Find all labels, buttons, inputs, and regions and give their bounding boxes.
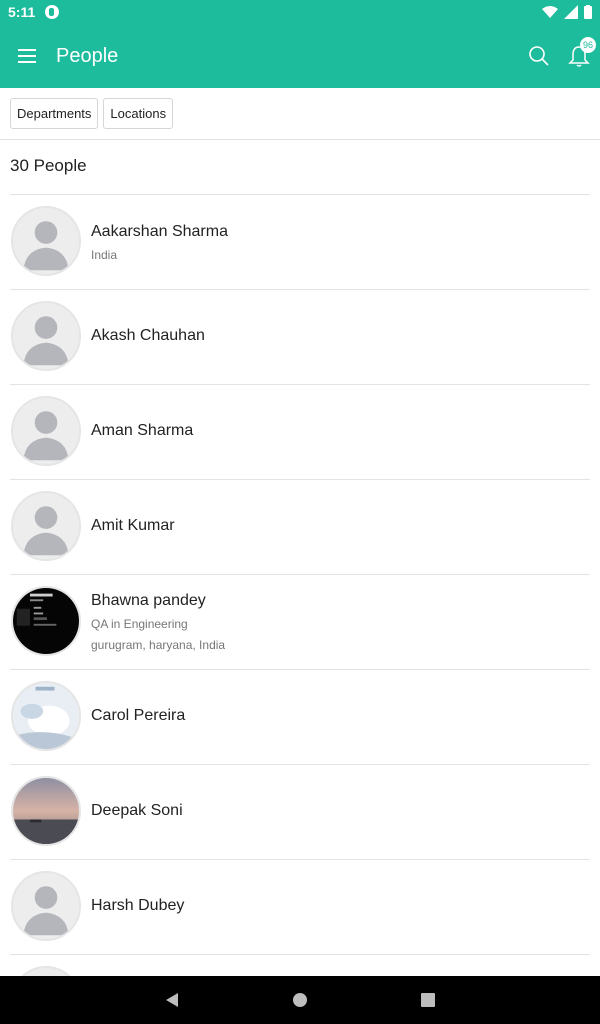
avatar [11,301,81,371]
locations-filter-button[interactable]: Locations [103,98,174,129]
departments-filter-button[interactable]: Departments [10,98,99,129]
notifications-button[interactable]: 96 [566,37,596,69]
person-row[interactable]: Carol Pereira [10,670,590,765]
search-button[interactable] [526,43,552,69]
battery-icon [584,5,592,19]
person-row[interactable]: Akash Chauhan [10,290,590,385]
status-time: 5:11 [8,4,36,20]
hamburger-icon [18,49,36,63]
wifi-icon [542,6,558,18]
app-bar: People 96 [0,24,600,88]
search-icon [529,46,549,66]
recents-icon [421,993,435,1007]
profile-photo [13,778,79,844]
page-title: People [56,44,119,67]
home-icon [293,993,307,1007]
people-count: 30 People [10,156,87,175]
signal-icon [564,5,578,19]
person-row[interactable]: Harsh Dubey [10,860,590,955]
status-icons [542,5,592,19]
person-location: gurugram, haryana, India [91,638,226,652]
people-list: Aakarshan Sharma India Akash Chauhan Ama… [0,195,600,985]
person-name: Akash Chauhan [91,327,205,344]
person-name: Bhawna pandey [91,592,206,609]
person-placeholder-icon [13,303,79,369]
avatar [11,396,81,466]
person-name: Carol Pereira [91,707,186,724]
person-row[interactable]: Amit Kumar [10,480,590,575]
avatar [11,586,81,656]
profile-photo [13,588,79,654]
person-row[interactable]: Bhawna pandey QA in Engineering gurugram… [10,575,590,670]
avatar [11,681,81,751]
person-name: Amit Kumar [91,517,175,534]
person-placeholder-icon [13,873,79,939]
menu-button[interactable] [0,24,56,88]
filter-bar: Departments Locations [0,88,600,140]
home-button[interactable] [288,988,312,1012]
person-name: Harsh Dubey [91,897,185,914]
person-name: Aman Sharma [91,422,194,439]
person-location: India [91,248,118,262]
system-navigation-bar [0,976,600,1024]
avatar [11,776,81,846]
person-placeholder-icon [13,208,79,274]
status-bar: 5:11 [0,0,600,24]
avatar [11,871,81,941]
person-name: Aakarshan Sharma [91,223,228,240]
person-placeholder-icon [13,493,79,559]
avatar [11,491,81,561]
back-button[interactable] [160,988,184,1012]
recents-button[interactable] [416,988,440,1012]
person-row[interactable]: Deepak Soni [10,765,590,860]
person-row[interactable]: Aakarshan Sharma India [10,195,590,290]
profile-photo [13,683,79,749]
person-name: Deepak Soni [91,802,183,819]
app-notification-icon [45,5,60,19]
person-placeholder-icon [13,398,79,464]
back-icon [166,993,178,1007]
notification-badge: 96 [580,37,596,53]
person-title: QA in Engineering [91,617,188,631]
avatar [11,206,81,276]
person-row[interactable]: Aman Sharma [10,385,590,480]
